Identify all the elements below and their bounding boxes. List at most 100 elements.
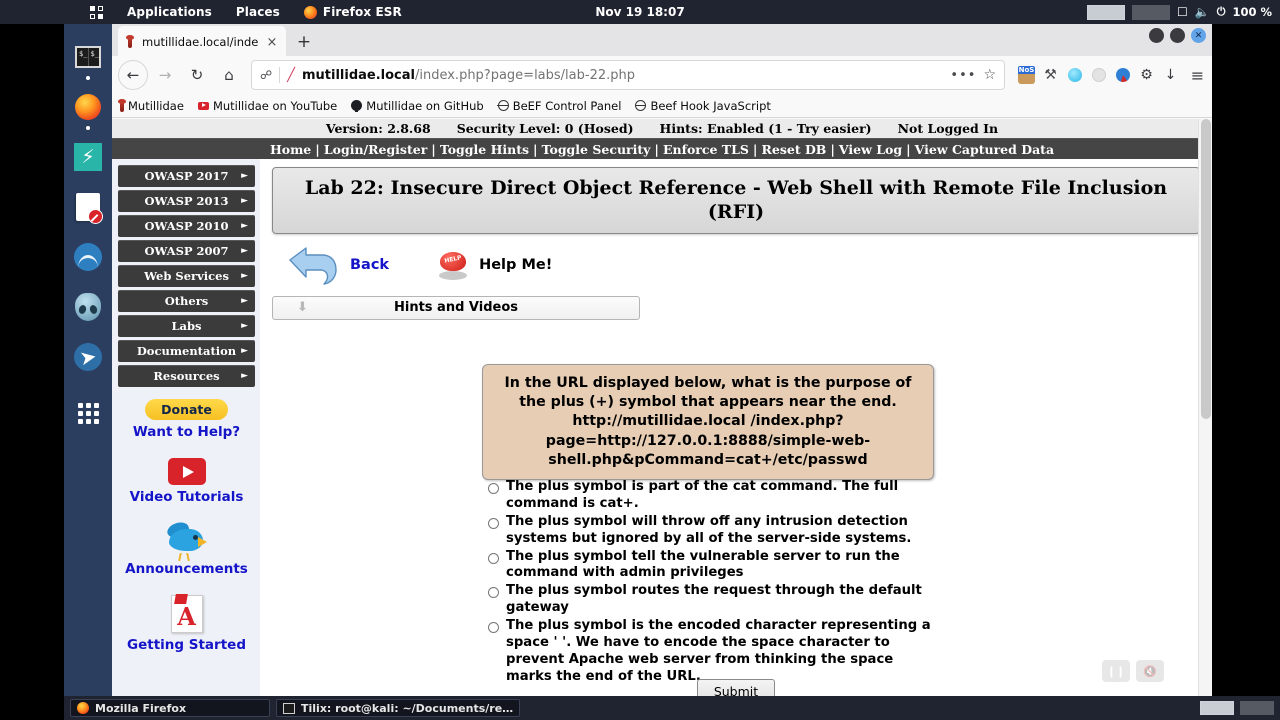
answer-radio-4[interactable] (488, 587, 499, 599)
dock-item-show-applications[interactable] (64, 388, 112, 438)
hints-and-videos-toggle[interactable]: ⬇ Hints and Videos (272, 295, 640, 320)
nav-toggle-hints[interactable]: Toggle Hints (436, 142, 533, 157)
mute-icon[interactable]: 🔇 (1136, 660, 1164, 682)
sidebar-item-web-services[interactable]: Web Services ► (118, 265, 255, 287)
answer-option-1[interactable]: The plus symbol is part of the cat comma… (488, 479, 940, 513)
close-window-button[interactable]: ✕ (1191, 28, 1206, 43)
bookmark-mutillidae-github[interactable]: Mutillidae on GitHub (351, 99, 484, 113)
dock-item-firefox[interactable] (64, 82, 112, 132)
answer-label-4[interactable]: The plus symbol routes the request throu… (506, 583, 940, 617)
page-actions-icon[interactable]: ••• (950, 68, 976, 83)
globe-proxy-icon[interactable] (1114, 67, 1131, 84)
battery-icon[interactable]: ⏻ (1217, 5, 1226, 19)
sidebar-item-owasp-2010[interactable]: OWASP 2010 ► (118, 215, 255, 237)
noscript-extension-icon[interactable]: NoS (1018, 65, 1035, 84)
want-to-help-link[interactable]: Want to Help? (118, 424, 255, 440)
minimize-button[interactable] (1149, 28, 1164, 43)
answer-label-5[interactable]: The plus symbol is the encoded character… (506, 618, 940, 686)
bookmark-mutillidae-youtube[interactable]: Mutillidae on YouTube (197, 99, 337, 113)
sidebar-item-owasp-2007[interactable]: OWASP 2007 ► (118, 240, 255, 262)
tab-mutillidae[interactable]: mutillidae.local/index.p × (118, 26, 286, 56)
home-button[interactable]: ⌂ (214, 60, 244, 90)
sidebar-item-owasp-2013[interactable]: OWASP 2013 ► (118, 190, 255, 212)
sidebar-item-others[interactable]: Others ► (118, 290, 255, 312)
app-menu-icon[interactable]: ≡ (1189, 66, 1206, 85)
desktop-left-margin (0, 24, 64, 720)
answer-label-3[interactable]: The plus symbol tell the vulnerable serv… (506, 549, 940, 583)
nav-login-register[interactable]: Login/Register (320, 142, 431, 157)
youtube-icon[interactable] (167, 458, 206, 485)
dock-item-wireshark[interactable] (64, 232, 112, 282)
help-me-label[interactable]: Help Me! (479, 257, 552, 273)
url-bar[interactable]: ☍ ╱ mutillidae.local/index.php?page=labs… (251, 60, 1005, 90)
bookmark-star-icon[interactable]: ☆ (983, 67, 996, 83)
pause-icon[interactable]: ❙❙ (1102, 660, 1130, 682)
sidebar-item-labs[interactable]: Labs ► (118, 315, 255, 337)
sidebar-item-documentation[interactable]: Documentation ► (118, 340, 255, 362)
answer-option-5[interactable]: The plus symbol is the encoded character… (488, 618, 940, 686)
chevron-right-icon: ► (241, 346, 248, 356)
scrollbar-thumb[interactable] (1201, 119, 1211, 419)
answer-radio-1[interactable] (488, 483, 499, 494)
gear-icon[interactable]: ⚙ (1138, 67, 1155, 84)
bookmark-beef-control-panel[interactable]: BeEF Control Panel (497, 99, 621, 113)
dock-item-text-editor[interactable] (64, 182, 112, 232)
blue-extension-icon[interactable] (1066, 67, 1083, 84)
answer-label-2[interactable]: The plus symbol will throw off any intru… (506, 514, 940, 548)
nav-home[interactable]: Home (266, 142, 315, 157)
downloads-icon[interactable]: ↓ (1162, 67, 1179, 84)
workspace-1-button[interactable] (1200, 701, 1234, 715)
answer-option-4[interactable]: The plus symbol routes the request throu… (488, 583, 940, 617)
nav-reset-db[interactable]: Reset DB (757, 142, 830, 157)
pdf-icon[interactable]: A (170, 595, 203, 633)
page-scrollbar[interactable] (1198, 119, 1212, 696)
bookmark-beef-hook-javascript[interactable]: Beef Hook JavaScript (635, 99, 771, 113)
taskbar-item-tilix[interactable]: Tilix: root@kali: ~/Documents/re… (276, 699, 521, 717)
video-tutorials-link[interactable]: Video Tutorials (118, 489, 255, 505)
sidebar-item-resources[interactable]: Resources ► (118, 365, 255, 387)
new-tab-button[interactable]: + (290, 28, 318, 56)
dock-item-maltego[interactable] (64, 282, 112, 332)
workspace-1-indicator[interactable] (1087, 4, 1126, 20)
announcements-link[interactable]: Announcements (118, 561, 255, 577)
dock-item-armitage[interactable]: ➤ (64, 332, 112, 382)
wrench-icon[interactable]: ⚒ (1042, 67, 1059, 84)
sidebar-item-owasp-2017[interactable]: OWASP 2017 ► (118, 165, 255, 187)
dock-item-burpsuite[interactable]: ⚡ (64, 132, 112, 182)
answer-radio-5[interactable] (488, 622, 499, 634)
workspace-2-indicator[interactable] (1132, 4, 1171, 20)
nav-view-captured-data[interactable]: View Captured Data (911, 142, 1058, 157)
getting-started-link[interactable]: Getting Started (118, 637, 255, 653)
display-icon[interactable]: ☐ (1177, 5, 1188, 19)
back-arrow-icon[interactable] (284, 244, 340, 286)
cookie-icon[interactable] (1090, 67, 1107, 84)
dock-item-tilix-terminal[interactable] (64, 32, 112, 82)
answer-radio-2[interactable] (488, 517, 499, 529)
chevron-right-icon: ► (241, 196, 248, 206)
sidebar-item-label: OWASP 2007 (144, 244, 229, 258)
bookmark-mutillidae[interactable]: Mutillidae (118, 98, 184, 113)
submit-button[interactable]: Submit (696, 679, 776, 696)
taskbar-item-firefox[interactable]: Mozilla Firefox (70, 699, 270, 717)
nav-view-log[interactable]: View Log (835, 142, 906, 157)
nav-toggle-security[interactable]: Toggle Security (538, 142, 655, 157)
back-button[interactable]: ← (118, 60, 148, 90)
reload-button[interactable]: ↻ (182, 60, 212, 90)
answer-option-3[interactable]: The plus symbol tell the vulnerable serv… (488, 549, 940, 583)
volume-icon[interactable]: 🔈 (1195, 5, 1210, 19)
close-tab-icon[interactable]: × (264, 34, 280, 50)
maximize-button[interactable] (1170, 28, 1185, 43)
shield-icon[interactable]: ☍ (260, 68, 272, 82)
answer-radio-3[interactable] (488, 552, 499, 564)
nav-enforce-tls[interactable]: Enforce TLS (659, 142, 753, 157)
answer-option-2[interactable]: The plus symbol will throw off any intru… (488, 514, 940, 548)
answer-label-1[interactable]: The plus symbol is part of the cat comma… (506, 479, 940, 513)
back-link[interactable]: Back (350, 257, 389, 273)
help-me-button-icon[interactable]: HELP (437, 250, 469, 280)
workspace-2-button[interactable] (1240, 701, 1274, 715)
noscript-icon[interactable]: ╱ (287, 68, 295, 83)
donate-button[interactable]: Donate (145, 399, 228, 420)
twitter-bird-icon[interactable] (164, 519, 209, 562)
globe-icon (635, 100, 647, 111)
forward-button[interactable]: → (150, 60, 180, 90)
